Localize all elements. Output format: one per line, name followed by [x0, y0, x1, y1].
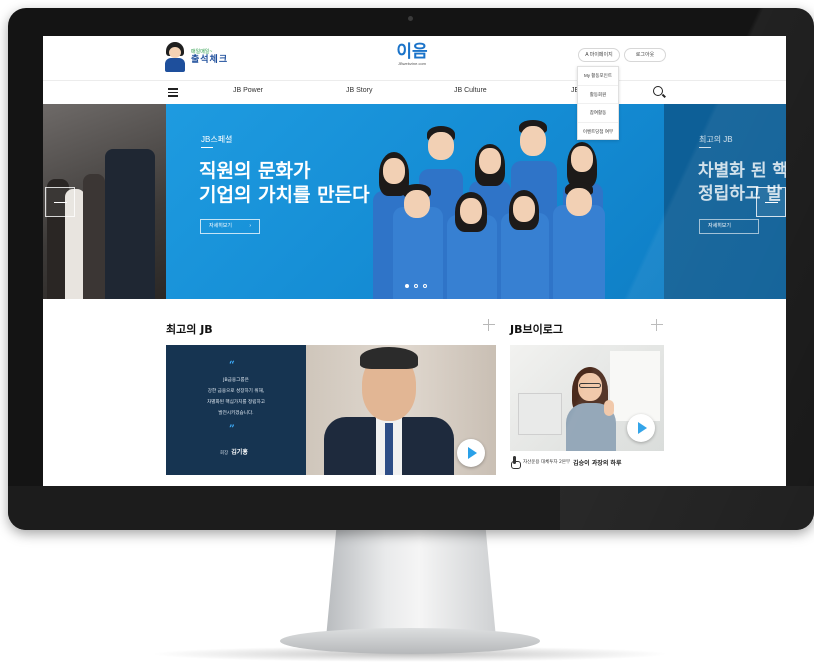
slide-dot-3[interactable]	[423, 284, 427, 288]
monitor-stand-base	[280, 628, 540, 654]
next-slide-divider	[699, 147, 711, 148]
play-icon[interactable]	[457, 439, 485, 467]
dropdown-item-points[interactable]: My 활동포인트	[578, 67, 618, 86]
logout-button[interactable]: 로그아웃	[624, 48, 666, 62]
nav-item-jb-culture[interactable]: JB Culture	[454, 87, 487, 94]
logo-url: JBwebzine.com	[397, 61, 426, 66]
vlog-caption-title: 김승이 과장의 하루	[573, 459, 622, 467]
pointer-hand-icon	[510, 456, 521, 469]
website-screen: 매일매일~ 출석체크 이음 JBwebzine.com A 마이페이지 로그아웃…	[43, 36, 786, 486]
hero-title-line1: 직원의 문화가	[199, 160, 311, 182]
main-nav: JB Power JB Story JB Culture JE	[43, 80, 786, 104]
monitor-stand-neck	[326, 530, 496, 638]
nav-item-jb-story[interactable]: JB Story	[346, 87, 372, 94]
signature-role: 회장	[220, 451, 229, 456]
vlog-caption[interactable]: 자산운용 대체투자 2본부 김승이 과장의 하루	[510, 456, 666, 469]
slide-dot-1[interactable]	[405, 284, 409, 288]
dropdown-item-event-winner[interactable]: 이벤트당첨 여부	[578, 123, 618, 142]
more-plus-icon[interactable]	[651, 319, 663, 331]
site-logo[interactable]: 이음 JBwebzine.com	[387, 42, 437, 72]
vlog-caption-department: 자산운용 대체투자 2본부	[523, 460, 571, 465]
hero-eyebrow-divider	[201, 147, 213, 148]
quote-line: 강한 금융으로 성장하기 위해,	[207, 389, 265, 394]
monitor-mockup: 매일매일~ 출석체크 이음 JBwebzine.com A 마이페이지 로그아웃…	[0, 0, 814, 670]
dropdown-item-members[interactable]: 활동회원	[578, 86, 618, 104]
more-plus-icon[interactable]	[483, 319, 495, 331]
hero-detail-button[interactable]: 자세히보기 ›	[200, 219, 260, 234]
dropdown-item-activity[interactable]: 참여활동	[578, 104, 618, 123]
ceo-quote-box: “ JB금융그룹은 강한 금융으로 성장하기 위해, 차별화된 핵심가치를 정립…	[166, 345, 306, 475]
quote-line: JB금융그룹은	[223, 378, 249, 383]
next-slide-arrow-icon[interactable]	[756, 187, 786, 217]
quote-line: 발전시키겠습니다.	[218, 411, 254, 416]
hamburger-menu-icon[interactable]	[168, 88, 178, 97]
search-icon[interactable]	[653, 86, 663, 96]
logo-text: 이음	[396, 42, 428, 61]
attendance-text: 매일매일~ 출석체크	[191, 50, 228, 64]
quote-open-icon: “	[229, 360, 235, 371]
section-title-best-jb: 최고의 JB	[166, 323, 213, 336]
next-slide-detail-button[interactable]: 자세히보기	[699, 219, 759, 234]
slide-pagination	[405, 284, 427, 288]
chevron-right-icon: ›	[249, 223, 251, 229]
best-jb-video-card[interactable]: “ JB금융그룹은 강한 금융으로 성장하기 위해, 차별화된 핵심가치를 정립…	[166, 345, 496, 475]
attendance-check-banner[interactable]: 매일매일~ 출석체크	[163, 40, 253, 74]
next-slide-title-line1: 차별화 된 핵	[698, 161, 786, 181]
hero-title-line2: 기업의 가치를 만든다	[199, 184, 370, 206]
camera-icon	[408, 16, 413, 21]
hero-eyebrow: JB스페셜	[201, 135, 233, 144]
site-header: 매일매일~ 출석체크 이음 JBwebzine.com A 마이페이지 로그아웃	[43, 36, 786, 80]
attendance-title: 출석체크	[191, 54, 229, 64]
section-title-jb-vlog: JB브이로그	[510, 323, 563, 336]
quote-signature: 회장 김기홍	[220, 447, 248, 456]
hero-slider: JB스페셜 직원의 문화가 기업의 가치를 만든다 자세히보기 › 최고의 JB…	[43, 104, 786, 299]
mypage-button[interactable]: A 마이페이지	[578, 48, 620, 62]
prev-slide-arrow-icon[interactable]	[45, 187, 75, 217]
play-icon[interactable]	[627, 414, 655, 442]
signature-name: 김기홍	[231, 449, 248, 456]
next-slide-eyebrow: 최고의 JB	[699, 135, 733, 144]
nav-item-jb-power[interactable]: JB Power	[233, 87, 263, 94]
monitor-chin	[8, 486, 814, 530]
mypage-dropdown-menu: My 활동포인트 활동회원 참여활동 이벤트당첨 여부	[577, 66, 619, 140]
quote-close-icon: ”	[229, 424, 235, 435]
quote-line: 차별화된 핵심가치를 정립하고	[207, 400, 265, 405]
attendance-character-icon	[163, 42, 187, 72]
hero-detail-label: 자세히보기	[209, 223, 233, 229]
slide-dot-2[interactable]	[414, 284, 418, 288]
